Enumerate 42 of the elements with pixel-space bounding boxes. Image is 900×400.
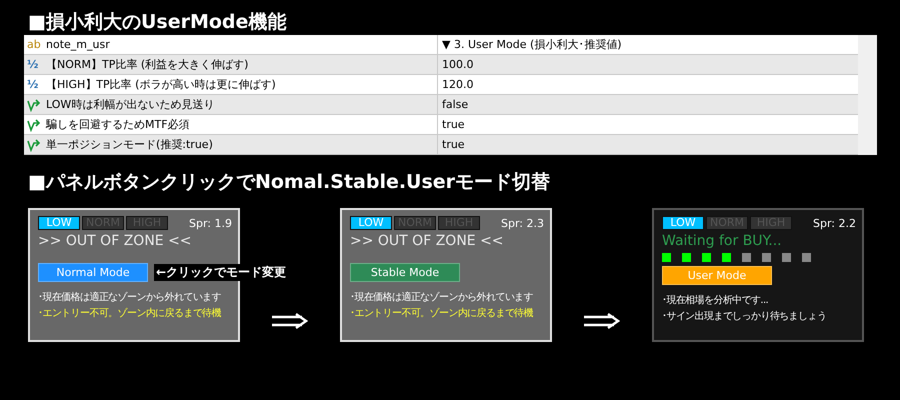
number-type-icon: ½ — [27, 78, 41, 91]
double-arrow-icon — [584, 313, 620, 329]
property-value[interactable]: ▼ 3. User Mode (損小利大･推奨値) — [442, 38, 622, 51]
mode-button[interactable]: User Mode — [662, 266, 772, 285]
spread-label: Spr: 1.9 — [189, 216, 232, 230]
property-value[interactable]: true — [442, 118, 465, 131]
note-text: ･エントリー不可。ゾーン内に戻るまで待機 — [38, 306, 222, 321]
arrow-icon — [27, 138, 41, 152]
arrow-icon — [27, 98, 41, 112]
property-name: 騙しを回避するためMTF必須 — [46, 117, 190, 132]
spread-label: Spr: 2.2 — [813, 216, 856, 230]
mode-button[interactable]: Normal Mode — [38, 263, 148, 282]
property-name: LOW時は利幅が出ないため見送り — [46, 97, 214, 112]
property-value[interactable]: true — [442, 138, 465, 151]
text-type-icon: ab — [27, 38, 41, 51]
status-text: Waiting for BUY... — [662, 233, 783, 249]
note-text: ･サイン出現までしっかり待ちましょう — [662, 310, 826, 324]
property-value[interactable]: false — [442, 98, 468, 111]
section-title: ■パネルボタンクリックでNomal.Stable.Userモード切替 — [27, 170, 552, 195]
mode-button[interactable]: Stable Mode — [350, 263, 460, 282]
section-title: ■損小利大のUserMode機能 — [27, 10, 288, 35]
property-value[interactable]: 100.0 — [442, 58, 474, 71]
property-name: 単一ポジションモード(推奨:true) — [46, 137, 213, 152]
status-text: >> OUT OF ZONE << — [350, 233, 505, 249]
note-text: ･現在相場を分析中です... — [662, 294, 768, 308]
callout-text: ←クリックでモード変更 — [154, 264, 288, 281]
property-name: note_m_usr — [46, 38, 110, 51]
level-tab[interactable]: LOW — [38, 216, 80, 230]
level-tab[interactable]: LOW — [350, 216, 392, 230]
scrollbar[interactable] — [858, 35, 877, 155]
spread-label: Spr: 2.3 — [501, 216, 544, 230]
arrow-icon — [27, 118, 41, 132]
property-name: 【HIGH】TP比率 (ボラが高い時は更に伸ばす) — [46, 77, 276, 92]
number-type-icon: ½ — [27, 58, 41, 71]
property-value[interactable]: 120.0 — [442, 78, 474, 91]
property-name: 【NORM】TP比率 (利益を大きく伸ばす) — [46, 57, 248, 72]
level-tab[interactable]: LOW — [662, 216, 704, 230]
status-text: >> OUT OF ZONE << — [38, 233, 193, 249]
note-text: ･現在価格は適正なゾーンから外れています — [350, 290, 534, 305]
double-arrow-icon — [272, 313, 308, 329]
note-text: ･現在価格は適正なゾーンから外れています — [38, 290, 222, 305]
note-text: ･エントリー不可。ゾーン内に戻るまで待機 — [350, 306, 534, 321]
